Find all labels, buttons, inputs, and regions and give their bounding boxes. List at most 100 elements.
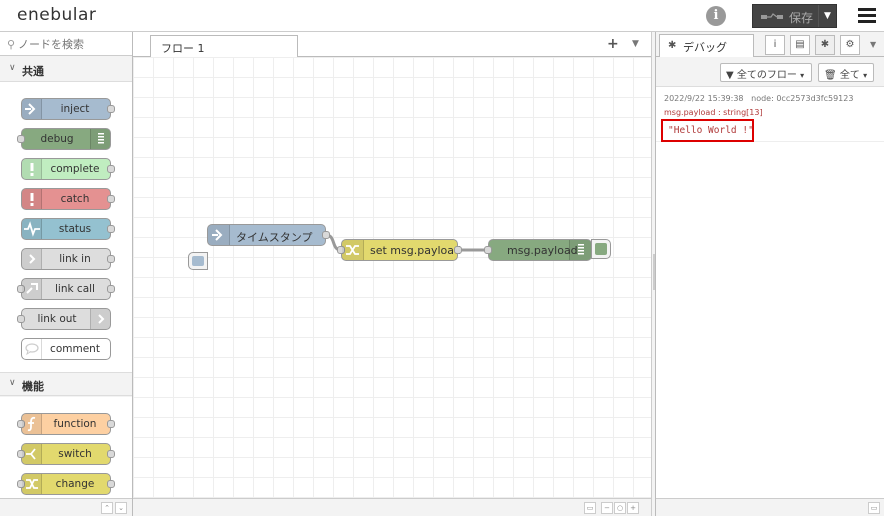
info-tab-icon[interactable]: i: [765, 35, 785, 55]
output-port: [107, 225, 115, 233]
palette-node-link-out[interactable]: link out: [17, 308, 111, 330]
sidebar: ✱ デバッグ i ▤ ✱ ⚙ ▼ ▼ 全てのフロー ▾ 🗑 全て ▾ 2022/…: [655, 32, 884, 516]
palette-node-comment[interactable]: comment: [21, 338, 111, 360]
palette-node-label: function: [53, 418, 97, 430]
palette-node-debug[interactable]: debug: [17, 128, 111, 150]
output-port: [107, 105, 115, 113]
gear-icon[interactable]: ⚙: [840, 35, 860, 55]
palette-node-function[interactable]: function: [17, 413, 115, 435]
zoom-reset-icon[interactable]: ○: [614, 502, 626, 514]
sidebar-menu-chevron-icon[interactable]: ▼: [870, 40, 876, 49]
tab-label: フロー 1: [161, 42, 205, 55]
input-port[interactable]: [484, 246, 492, 254]
book-tab-icon[interactable]: ▤: [790, 35, 810, 55]
expand-all-icon[interactable]: ⌄: [115, 502, 127, 514]
palette-category-function[interactable]: ∨ 機能: [0, 372, 132, 396]
palette-node-label: complete: [50, 163, 100, 175]
output-port: [107, 255, 115, 263]
app-logo: enebular: [17, 5, 97, 25]
map-icon[interactable]: ▭: [584, 502, 596, 514]
switch-icon: [22, 444, 42, 464]
palette-node-label: link in: [59, 253, 91, 265]
palette-category-common-body: inject debug complete catch status link …: [0, 82, 132, 372]
main-menu-icon[interactable]: [857, 6, 877, 26]
palette-node-inject[interactable]: inject: [21, 98, 115, 120]
node-palette: ⚲ ∨ 共通 inject debug complete: [0, 32, 133, 516]
flow-node-label: msg.payload: [507, 244, 578, 257]
message-value[interactable]: "Hello World !": [668, 125, 754, 136]
tab-list-chevron-icon[interactable]: ▼: [632, 39, 639, 49]
bug-tab-icon[interactable]: ✱: [815, 35, 835, 55]
workspace: フロー 1 + ▼ タイムスタンプ set msg.payload msg.pa…: [133, 32, 651, 516]
palette-search-input[interactable]: [18, 35, 126, 53]
inject-trigger-button[interactable]: [188, 252, 208, 270]
monitor-icon[interactable]: ▭: [868, 502, 880, 514]
tab-label: デバッグ: [683, 41, 727, 54]
output-port: [107, 420, 115, 428]
exclaim-icon: [22, 189, 42, 209]
flow-canvas[interactable]: タイムスタンプ set msg.payload msg.payload: [133, 57, 651, 498]
palette-node-complete[interactable]: complete: [21, 158, 115, 180]
palette-node-label: link call: [55, 283, 95, 295]
tab-debug[interactable]: ✱ デバッグ: [659, 34, 754, 58]
output-port: [107, 285, 115, 293]
function-icon: [22, 414, 42, 434]
clear-messages-dropdown[interactable]: 🗑 全て ▾: [818, 63, 874, 82]
list-icon: [90, 129, 110, 149]
tab-flow-1[interactable]: フロー 1: [150, 35, 298, 58]
category-label: 機能: [22, 380, 44, 393]
input-port: [17, 135, 25, 143]
add-tab-icon[interactable]: +: [607, 36, 619, 52]
palette-category-common[interactable]: ∨ 共通: [0, 58, 132, 82]
palette-category-function-body: function switch change: [0, 397, 132, 498]
zoom-in-icon[interactable]: +: [627, 502, 639, 514]
highlight-box: "Hello World !": [661, 119, 754, 142]
palette-node-change[interactable]: change: [17, 473, 115, 495]
deploy-button[interactable]: 保存 ▼: [752, 4, 837, 28]
trash-icon: 🗑: [824, 70, 837, 81]
palette-node-link-call[interactable]: link call: [17, 278, 115, 300]
deploy-menu-chevron-icon[interactable]: ▼: [818, 5, 836, 27]
info-icon[interactable]: i: [706, 6, 726, 26]
message-node-id[interactable]: node: 0cc2573d3fc59123: [751, 94, 853, 103]
search-icon: ⚲: [7, 38, 16, 51]
workspace-footer: ▭ − ○ +: [133, 498, 651, 516]
collapse-all-icon[interactable]: ⌃: [101, 502, 113, 514]
filter-flows-dropdown[interactable]: ▼ 全てのフロー ▾: [720, 63, 812, 82]
shuffle-icon: [342, 240, 364, 260]
sidebar-tabbar: ✱ デバッグ i ▤ ✱ ⚙ ▼: [656, 32, 884, 58]
palette-node-switch[interactable]: switch: [17, 443, 115, 465]
debug-message[interactable]: 2022/9/22 15:39:38 node: 0cc2573d3fc5912…: [656, 87, 884, 142]
flow-node-change[interactable]: set msg.payload: [337, 239, 462, 261]
chevron-down-icon: ∨: [9, 378, 16, 388]
arrow-in-icon: [22, 99, 42, 119]
comment-icon: [22, 339, 42, 359]
deploy-icon: [761, 13, 783, 19]
flow-node-label: タイムスタンプ: [236, 231, 313, 244]
flow-node-debug[interactable]: msg.payload: [484, 239, 592, 261]
link-call-icon: [22, 279, 42, 299]
wires-layer: [325, 233, 488, 252]
debug-toolbar: ▼ 全てのフロー ▾ 🗑 全て ▾: [656, 57, 884, 87]
palette-node-catch[interactable]: catch: [21, 188, 115, 210]
output-port: [107, 450, 115, 458]
zoom-out-icon[interactable]: −: [601, 502, 613, 514]
filter-flows-label: 全てのフロー: [736, 70, 797, 81]
palette-node-label: debug: [40, 133, 74, 145]
pulse-icon: [22, 219, 42, 239]
chevron-down-icon: ▾: [800, 71, 805, 80]
debug-toggle-button[interactable]: [591, 239, 611, 259]
output-port[interactable]: [454, 246, 462, 254]
deploy-label: 保存: [789, 11, 814, 25]
palette-node-status[interactable]: status: [21, 218, 115, 240]
output-port[interactable]: [322, 231, 330, 239]
palette-footer: ⌃ ⌄: [0, 498, 132, 516]
filter-icon: ▼: [726, 70, 734, 81]
palette-node-link-in[interactable]: link in: [21, 248, 115, 270]
sidebar-footer: ▭: [656, 498, 884, 516]
flow-node-inject[interactable]: タイムスタンプ: [207, 224, 330, 246]
bug-icon: ✱: [668, 40, 677, 51]
clear-all-label: 全て: [839, 70, 860, 81]
output-port: [107, 480, 115, 488]
message-timestamp: 2022/9/22 15:39:38: [664, 94, 744, 103]
